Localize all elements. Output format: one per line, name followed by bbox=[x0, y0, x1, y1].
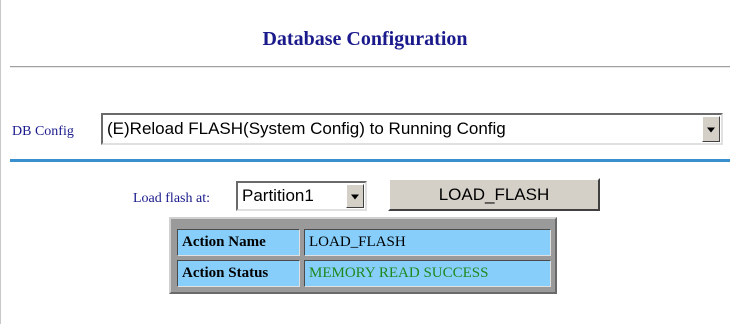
action-status-table: Action Name LOAD_FLASH Action Status MEM… bbox=[169, 217, 557, 294]
action-name-header: Action Name bbox=[177, 229, 300, 256]
partition-dropdown-button[interactable] bbox=[346, 184, 364, 208]
page-title: Database Configuration bbox=[262, 28, 468, 50]
db-config-selected-value: (E)Reload FLASH(System Config) to Runnin… bbox=[107, 119, 506, 138]
action-name-value: LOAD_FLASH bbox=[304, 229, 551, 256]
chevron-down-icon bbox=[351, 194, 359, 200]
load-flash-label: Load flash at: bbox=[133, 191, 210, 206]
action-status-header: Action Status bbox=[177, 260, 300, 287]
db-config-select[interactable]: (E)Reload FLASH(System Config) to Runnin… bbox=[101, 113, 723, 145]
db-config-dropdown-button[interactable] bbox=[702, 116, 720, 142]
partition-selected-value: Partition1 bbox=[242, 186, 314, 205]
chevron-down-icon bbox=[707, 127, 715, 133]
action-status-value: MEMORY READ SUCCESS bbox=[304, 260, 551, 287]
db-config-label: DB Config bbox=[12, 124, 74, 139]
partition-select[interactable]: Partition1 bbox=[236, 181, 367, 211]
section-divider bbox=[10, 159, 730, 162]
title-divider bbox=[10, 66, 730, 68]
load-flash-button[interactable]: LOAD_FLASH bbox=[388, 178, 600, 211]
